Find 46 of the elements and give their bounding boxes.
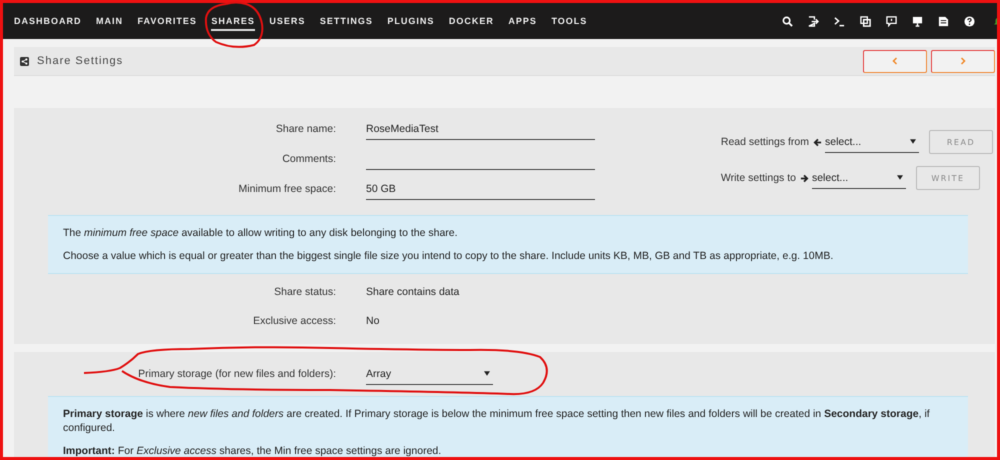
caret-icon (484, 371, 490, 376)
chevron-left-icon (892, 57, 898, 65)
nav-tab[interactable]: USERS (269, 12, 306, 30)
nav-tab[interactable]: MAIN (96, 12, 123, 30)
text-field[interactable]: 50 GB (366, 178, 595, 200)
help-text: The minimum free space available to allow writing to any disk belonging to the share. (63, 226, 459, 240)
logout-icon[interactable] (808, 16, 819, 26)
caret-icon (896, 175, 903, 180)
arrow-right-icon (800, 174, 809, 182)
terminal-icon[interactable] (834, 16, 845, 26)
nav-tab[interactable]: FAVORITES (138, 12, 197, 30)
help-text: Important: For Exclusive access shares, the Min free space settings are ignored. (63, 444, 442, 458)
nav-tab[interactable]: TOOLS (551, 12, 588, 30)
chevron-right-icon (960, 57, 966, 65)
field-label: Exclusive access: (252, 315, 337, 327)
select-dropdown[interactable]: Array (366, 364, 493, 384)
nav-tab[interactable]: APPS (508, 12, 537, 30)
field-value: No (366, 315, 380, 327)
help-text: Primary storage is where new files and folders are created. If Primary storage is below the minimum free space setting then new files and folders will be created in Secondary storage, if configured. (63, 407, 931, 435)
setting-label: Read settings from (720, 136, 809, 148)
field-label: Minimum free space: (238, 183, 337, 195)
help-icon[interactable] (964, 16, 975, 26)
field-label: Share name: (274, 123, 337, 135)
field-label: Share status: (273, 286, 337, 298)
help-text: Choose a value which is equal or greater than the biggest single file size you intend to copy to the share. Include units KB, MB, GB and TB as appropriate, e.g. 10MB. (63, 249, 834, 263)
copy-icon[interactable] (860, 16, 871, 26)
text-field[interactable]: RoseMediaTest (366, 118, 595, 140)
monitor-icon[interactable] (912, 16, 923, 26)
share-icon (20, 56, 29, 66)
setting-label: Write settings to (720, 172, 796, 184)
arrow-left-icon (813, 138, 822, 146)
search-icon[interactable] (782, 16, 793, 26)
nav-tab[interactable]: PLUGINS (387, 12, 434, 30)
field-label: Primary storage (for new files and folders): (137, 368, 337, 380)
nav-tab[interactable]: SETTINGS (320, 12, 373, 30)
field-label: Comments: (281, 153, 337, 165)
caret-icon (910, 139, 916, 144)
field-value: Share contains data (366, 286, 460, 298)
nav-tab[interactable]: DOCKER (448, 12, 494, 30)
previous-button[interactable] (863, 50, 927, 72)
page-title: Share Settings (37, 55, 124, 67)
feedback-icon[interactable] (886, 16, 897, 26)
nav-tab[interactable]: SHARES (211, 12, 255, 30)
log-icon[interactable] (938, 16, 949, 26)
next-button[interactable] (931, 50, 995, 72)
nav-tab[interactable]: DASHBOARD (14, 12, 82, 30)
